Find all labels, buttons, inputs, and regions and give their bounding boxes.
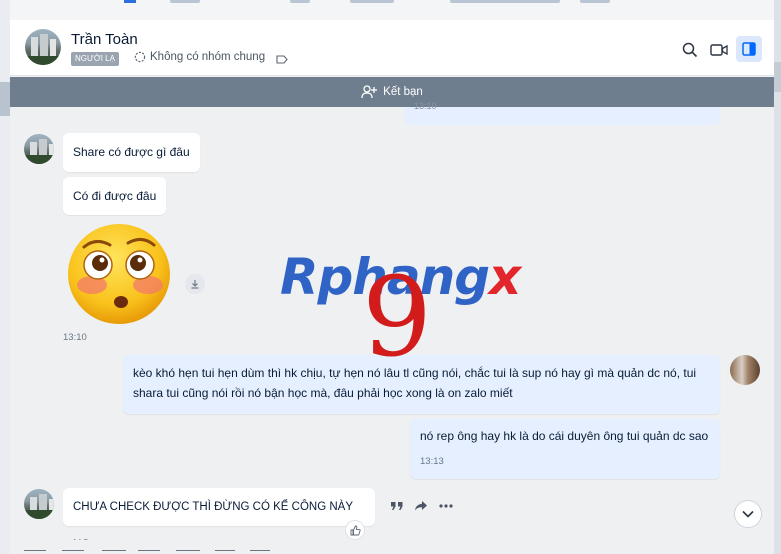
search-icon	[682, 42, 698, 58]
sender-avatar[interactable]	[24, 489, 54, 519]
message-time: 13:10	[414, 101, 437, 111]
search-button[interactable]	[679, 39, 701, 61]
right-scrollbar[interactable]	[774, 0, 781, 554]
chevron-down-icon	[742, 510, 754, 518]
chat-window: Trần Toàn NGƯỜI LẠ Không có nhóm chung K…	[10, 0, 774, 554]
message-bubble-outgoing[interactable]: nó rep ông hay hk là do cái duyên ông tu…	[410, 419, 720, 479]
panel-toggle-icon	[742, 42, 756, 56]
stranger-badge: NGƯỜI LẠ	[71, 52, 119, 66]
message-text-line: shara tui cũng nói rồi nó bận học mà, đâ…	[133, 386, 513, 400]
sender-avatar[interactable]	[24, 134, 54, 164]
add-friend-icon	[361, 85, 378, 99]
message-text: Có đi được đâu	[73, 189, 157, 203]
chat-header: Trần Toàn NGƯỜI LẠ Không có nhóm chung	[10, 20, 774, 76]
message-time: 13:10	[63, 332, 87, 343]
react-button[interactable]	[345, 520, 365, 540]
message-bubble-incoming[interactable]: CHƯA CHECK ĐƯỢC THÌ ĐỪNG CÓ KỂ CÔNG NÀY …	[63, 488, 375, 551]
share-icon[interactable]	[414, 500, 428, 512]
conversation-info-toggle[interactable]	[736, 36, 762, 62]
download-icon	[191, 280, 199, 289]
quote-icon[interactable]	[390, 500, 404, 512]
message-text: nó rep ông hay hk là do cái duyên ông tu…	[420, 429, 709, 443]
download-button[interactable]	[185, 274, 205, 294]
message-time: 13:13	[420, 456, 444, 467]
video-call-button[interactable]	[708, 39, 730, 61]
more-icon[interactable]	[438, 500, 454, 512]
contact-name[interactable]: Trần Toàn	[71, 31, 138, 48]
message-bubble-incoming[interactable]: Share có được gì đâu	[63, 133, 200, 172]
group-icon	[134, 51, 146, 63]
mutual-groups[interactable]: Không có nhóm chung	[134, 51, 265, 63]
add-friend-bar[interactable]: Kết bạn	[10, 77, 774, 107]
video-call-icon	[710, 44, 728, 56]
contact-avatar[interactable]	[25, 29, 61, 65]
scroll-to-bottom-button[interactable]	[734, 500, 762, 528]
cut-off-next-content	[10, 540, 774, 554]
message-bubble-incoming[interactable]: Có đi được đâu	[63, 177, 167, 215]
my-avatar[interactable]	[730, 355, 760, 385]
message-bubble-outgoing[interactable]: 13:10	[404, 101, 720, 125]
message-text: Share có được gì đâu	[73, 145, 190, 159]
flushed-face-sticker[interactable]	[66, 223, 172, 325]
tag-icon[interactable]	[276, 55, 288, 64]
like-icon	[350, 525, 361, 535]
mutual-groups-label: Không có nhóm chung	[150, 51, 266, 63]
left-edge	[0, 0, 10, 554]
cut-off-previous-content	[10, 0, 774, 20]
message-actions	[390, 500, 454, 512]
watermark-number: 9	[362, 253, 432, 381]
add-friend-label: Kết bạn	[383, 86, 423, 98]
